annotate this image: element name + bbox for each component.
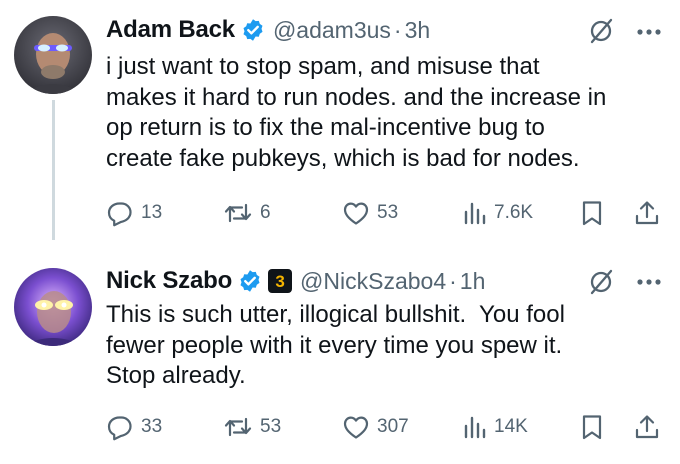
separator-dot: · bbox=[449, 267, 457, 294]
tweet-text-line: fewer people with it every time you spew… bbox=[106, 331, 563, 359]
like-button[interactable]: 53 bbox=[342, 196, 398, 230]
tweet-text-line: op return is to fix the mal-incentive bu… bbox=[106, 114, 545, 141]
like-count: 53 bbox=[377, 202, 399, 223]
reply-count: 13 bbox=[141, 202, 163, 223]
reply-count: 33 bbox=[141, 416, 163, 437]
bookmark-icon bbox=[582, 415, 602, 440]
repost-button[interactable]: 6 bbox=[223, 196, 271, 230]
separator-dot: · bbox=[393, 16, 402, 43]
repost-button[interactable]: 53 bbox=[223, 410, 281, 444]
bookmark-button[interactable] bbox=[580, 410, 604, 444]
tweet-text-line: i just want to stop spam, and misuse tha… bbox=[106, 53, 540, 80]
verified-badge-icon bbox=[243, 19, 263, 41]
action-bar: 33 53 307 14K bbox=[0, 410, 680, 444]
tweet-text-line: This is such utter, illogical bullshit. … bbox=[106, 301, 565, 328]
share-icon bbox=[635, 415, 659, 439]
author-name[interactable]: Adam Back bbox=[106, 16, 235, 44]
views-icon bbox=[464, 202, 486, 225]
like-count: 307 bbox=[377, 416, 409, 437]
tweet-text-line: create fake pubkeys, which is bad for no… bbox=[106, 144, 580, 172]
grok-icon[interactable] bbox=[588, 269, 614, 295]
views-icon bbox=[464, 416, 486, 439]
tweet-text-line: Stop already. bbox=[106, 362, 246, 389]
share-button[interactable] bbox=[634, 196, 660, 230]
verified-badge-icon bbox=[240, 270, 260, 292]
repost-count: 53 bbox=[260, 416, 282, 437]
like-button[interactable]: 307 bbox=[342, 410, 409, 444]
more-icon[interactable] bbox=[636, 278, 662, 286]
affiliate-badge[interactable]: 3 bbox=[268, 269, 293, 293]
tweet-adam-back[interactable]: Adam Back @adam3us · 3h i just want to s… bbox=[0, 0, 680, 248]
reply-button[interactable]: 13 bbox=[106, 196, 162, 230]
reply-button[interactable]: 33 bbox=[106, 410, 162, 444]
tweet-text: i just want to stop spam, and misuse tha… bbox=[106, 52, 666, 174]
views-button[interactable]: 14K bbox=[463, 410, 528, 444]
timestamp[interactable]: 3h bbox=[405, 17, 431, 44]
more-icon[interactable] bbox=[636, 28, 662, 36]
author-handle[interactable]: @NickSzabo4 bbox=[300, 268, 446, 295]
timestamp[interactable]: 1h bbox=[460, 268, 486, 295]
grok-icon[interactable] bbox=[588, 18, 614, 44]
views-count: 14K bbox=[494, 416, 528, 437]
tweet-header: Nick Szabo 3 @NickSzabo4 · 1h bbox=[106, 264, 485, 298]
like-icon bbox=[343, 202, 369, 225]
share-button[interactable] bbox=[634, 410, 660, 444]
reply-icon bbox=[107, 416, 132, 441]
tweet-header: Adam Back @adam3us · 3h bbox=[106, 13, 430, 47]
tweet-nick-szabo[interactable]: Nick Szabo 3 @NickSzabo4 · 1h This is su… bbox=[0, 248, 680, 464]
like-icon bbox=[343, 416, 369, 439]
bookmark-button[interactable] bbox=[580, 196, 604, 230]
share-icon bbox=[635, 201, 659, 225]
tweet-text-line: makes it hard to run nodes. and the incr… bbox=[106, 83, 607, 111]
avatar[interactable] bbox=[14, 16, 92, 94]
author-handle[interactable]: @adam3us bbox=[273, 17, 391, 44]
tweet-text: This is such utter, illogical bullshit. … bbox=[106, 300, 666, 392]
reply-icon bbox=[107, 202, 132, 227]
action-bar: 13 6 53 7.6K bbox=[0, 196, 680, 230]
bookmark-icon bbox=[582, 201, 602, 226]
repost-icon bbox=[224, 203, 252, 223]
affiliate-badge-label: 3 bbox=[275, 271, 285, 291]
repost-count: 6 bbox=[260, 202, 271, 223]
avatar[interactable] bbox=[14, 268, 92, 346]
views-count: 7.6K bbox=[494, 202, 534, 223]
repost-icon bbox=[224, 417, 252, 437]
author-name[interactable]: Nick Szabo bbox=[106, 267, 232, 295]
views-button[interactable]: 7.6K bbox=[463, 196, 533, 230]
